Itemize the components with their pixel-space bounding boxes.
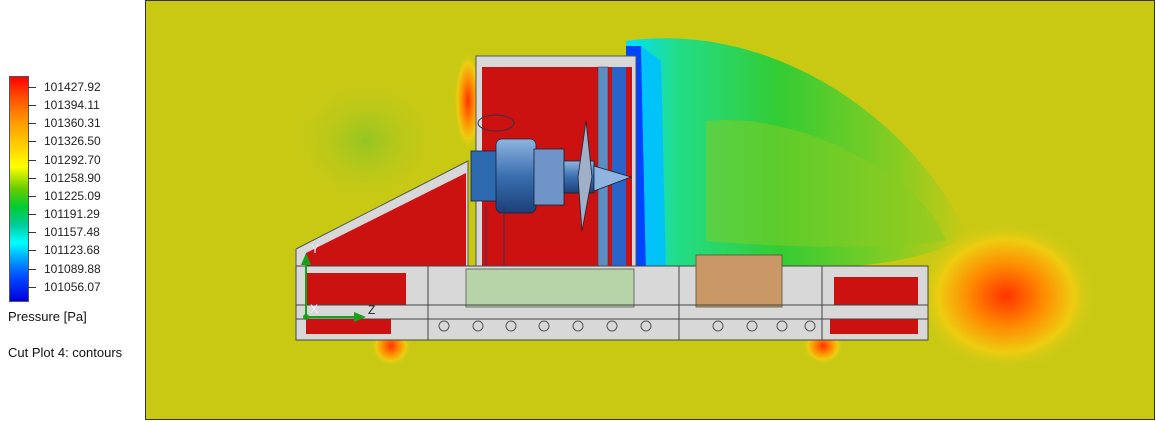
legend-value: 101157.48 bbox=[44, 225, 100, 240]
deck-left-duct bbox=[306, 319, 391, 334]
legend-value: 101191.29 bbox=[44, 207, 100, 222]
legend-value: 101292.70 bbox=[44, 152, 101, 167]
legend-value: 101394.11 bbox=[44, 98, 100, 113]
legend-tick bbox=[28, 214, 36, 216]
legend-title: Pressure [Pa] bbox=[8, 309, 87, 324]
legend-value: 101123.68 bbox=[44, 243, 100, 258]
legend-value: 101225.09 bbox=[44, 188, 101, 203]
deck-right-duct bbox=[830, 319, 918, 334]
legend-tick bbox=[28, 268, 36, 270]
legend-tick bbox=[28, 195, 36, 197]
legend-value: 101258.90 bbox=[44, 170, 101, 185]
legend-value: 101089.88 bbox=[44, 261, 101, 276]
legend-tick bbox=[28, 159, 36, 161]
gearbox bbox=[533, 148, 565, 206]
graphics-viewport[interactable]: Y X Z bbox=[145, 0, 1155, 420]
cut-plot-name: Cut Plot 4: contours bbox=[8, 345, 123, 360]
legend-tick bbox=[28, 141, 36, 143]
legend-value: 101326.50 bbox=[44, 134, 101, 149]
payload-box bbox=[695, 254, 783, 308]
battery-tray bbox=[465, 268, 635, 308]
legend-tick bbox=[28, 105, 36, 107]
pressure-colorbar bbox=[9, 76, 29, 302]
deck-left-cavity bbox=[306, 273, 406, 305]
deck-right-cavity bbox=[834, 277, 918, 305]
legend-tick bbox=[28, 87, 36, 88]
triad-y-label: Y bbox=[311, 242, 319, 256]
legend-tick bbox=[28, 123, 36, 125]
legend-tick bbox=[28, 250, 36, 252]
motor-body bbox=[495, 138, 537, 214]
legend-tick bbox=[28, 232, 36, 234]
legend-tick bbox=[28, 177, 36, 179]
cut-plot-canvas[interactable]: Y X Z bbox=[146, 1, 1154, 419]
triad-origin bbox=[303, 314, 309, 320]
legend-tick bbox=[28, 286, 36, 288]
pressure-legend: 101427.92 101394.11 101360.31 101326.50 1012… bbox=[0, 0, 145, 422]
legend-value: 101427.92 bbox=[44, 80, 101, 94]
legend-value: 101360.31 bbox=[44, 116, 101, 131]
triad-z-label: Z bbox=[368, 303, 375, 317]
legend-value: 101056.07 bbox=[44, 279, 101, 294]
triad-x-label: X bbox=[310, 302, 318, 316]
fan-frame bbox=[612, 67, 626, 271]
exhaust-high-pressure-region bbox=[916, 221, 1096, 371]
